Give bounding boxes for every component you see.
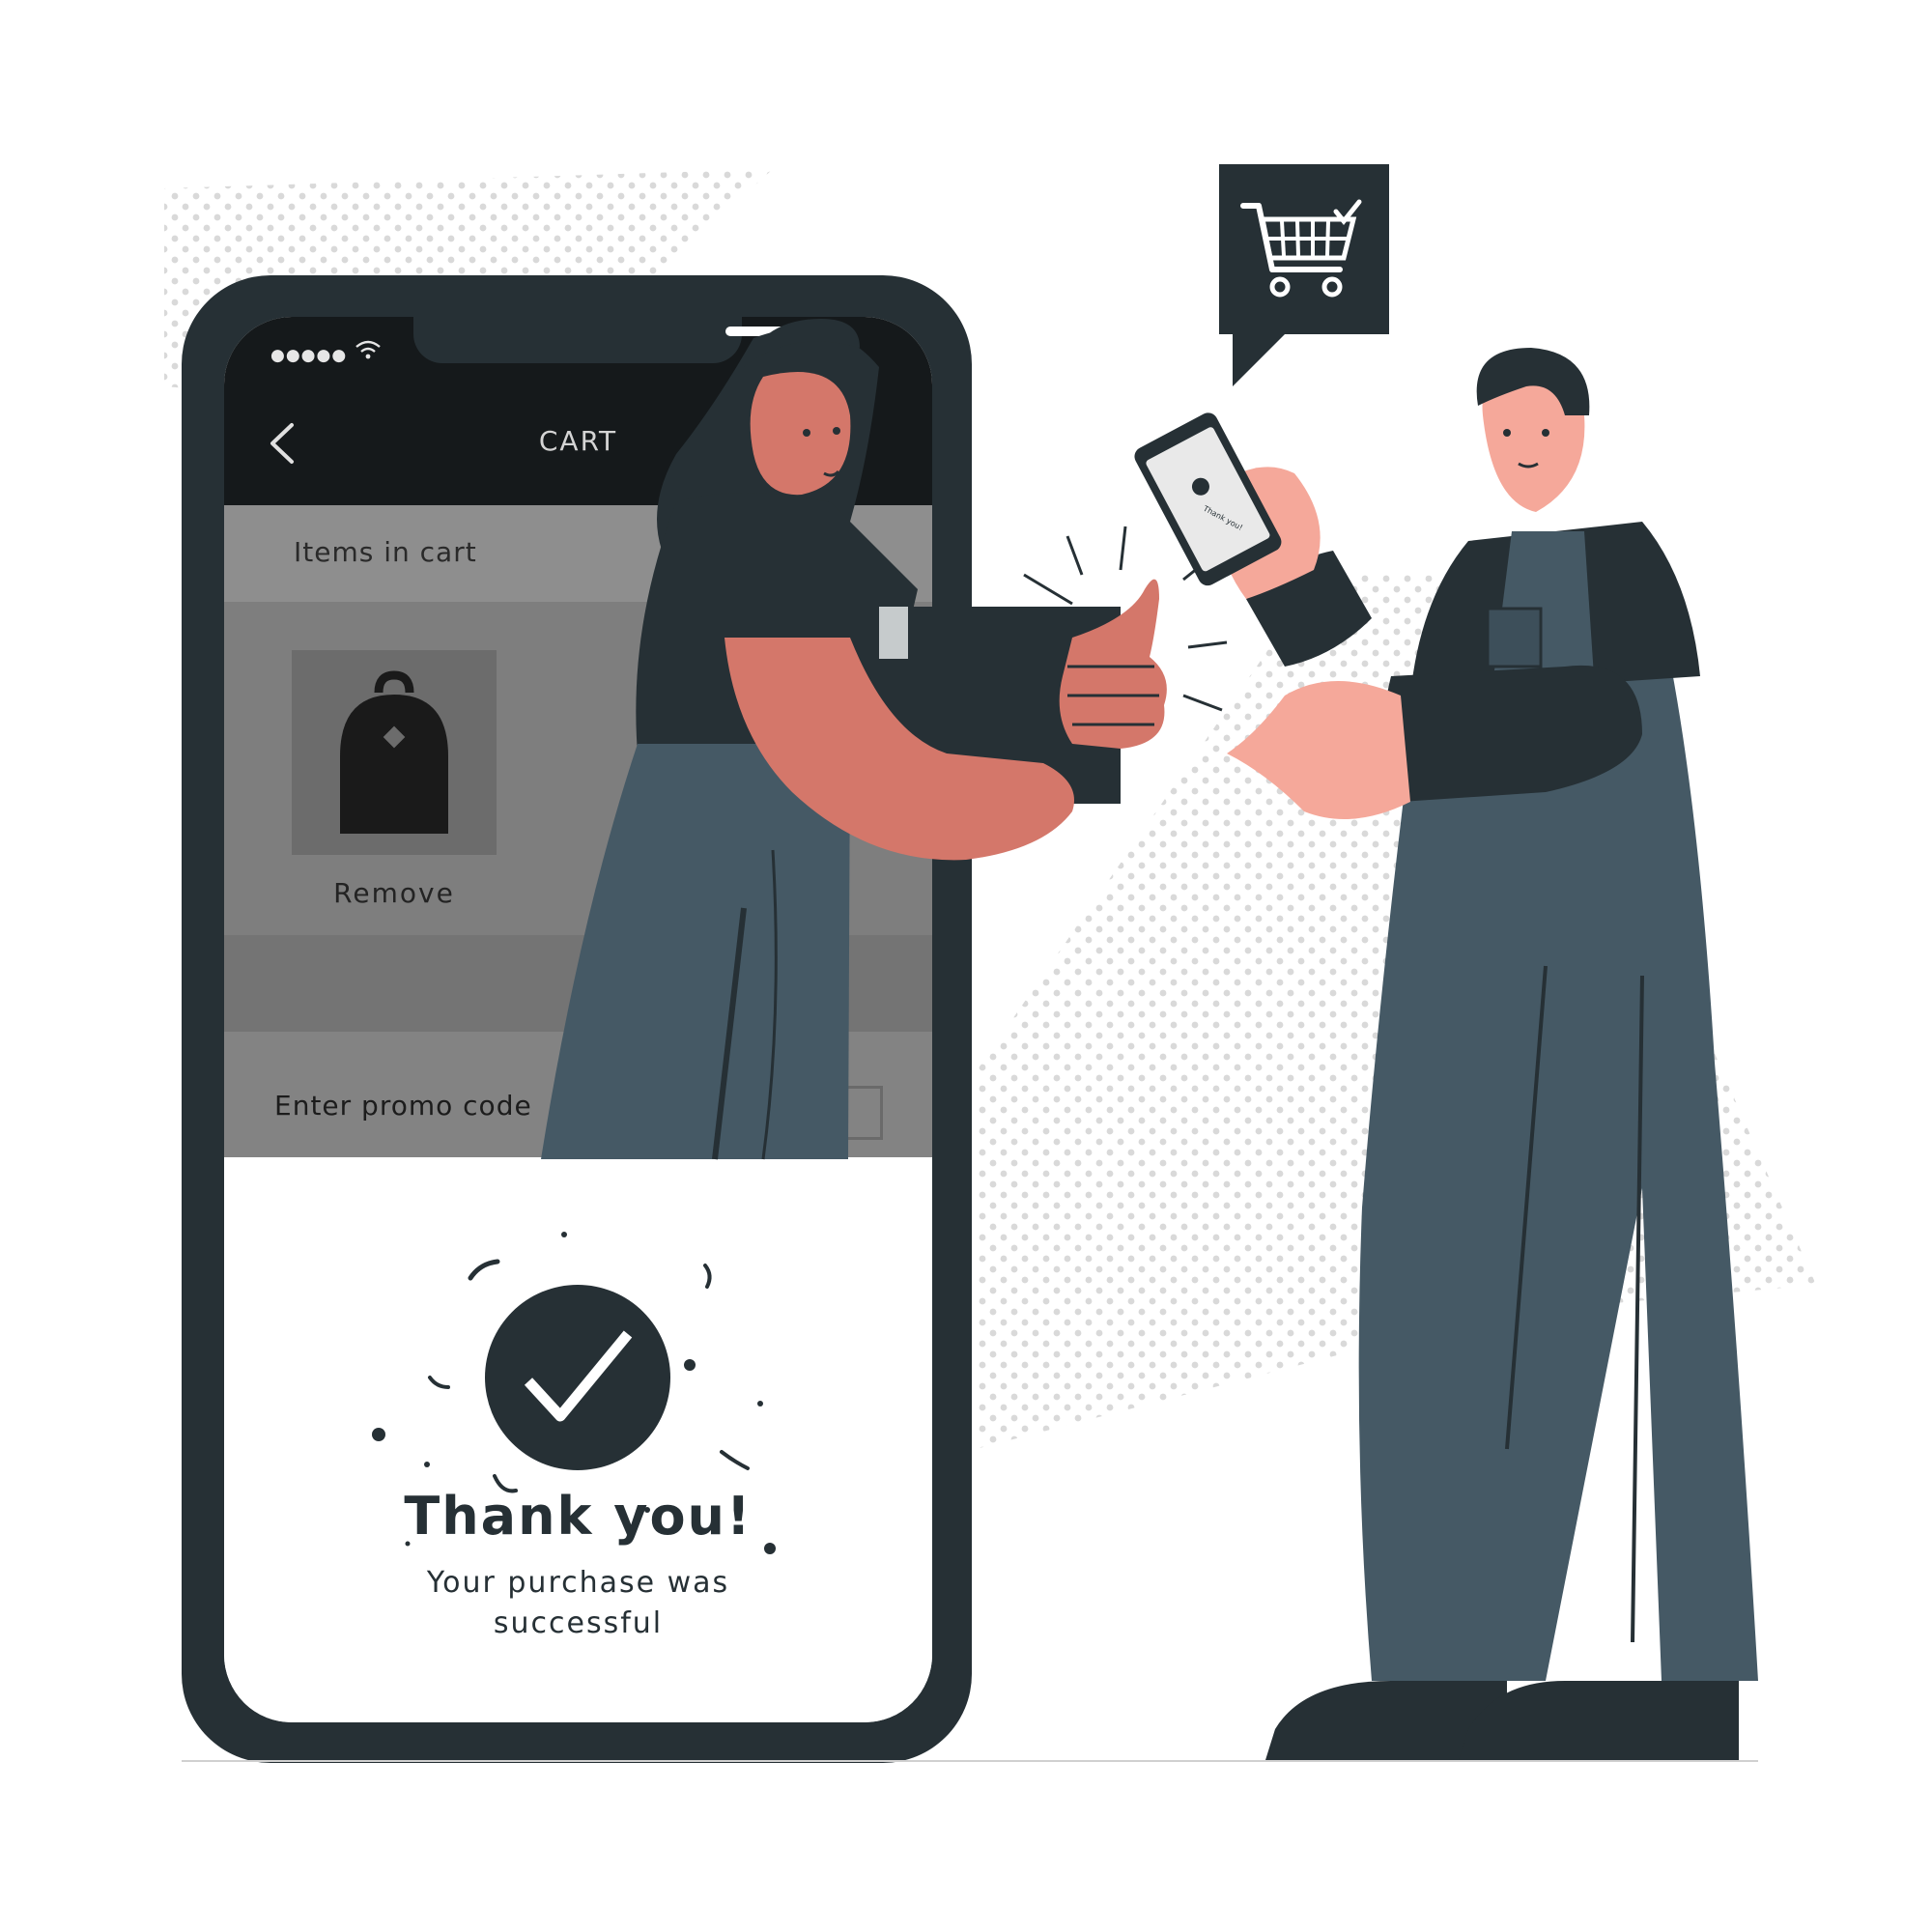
man-figure: Thank you! (1134, 348, 1758, 1760)
illustration-scene: ●●●●● CART Items in cart Remove Enter pr… (0, 0, 1932, 1932)
people-illustration: Thank you! (541, 319, 1758, 1760)
woman-figure (541, 319, 1228, 1160)
ground-line (182, 1760, 1758, 1762)
